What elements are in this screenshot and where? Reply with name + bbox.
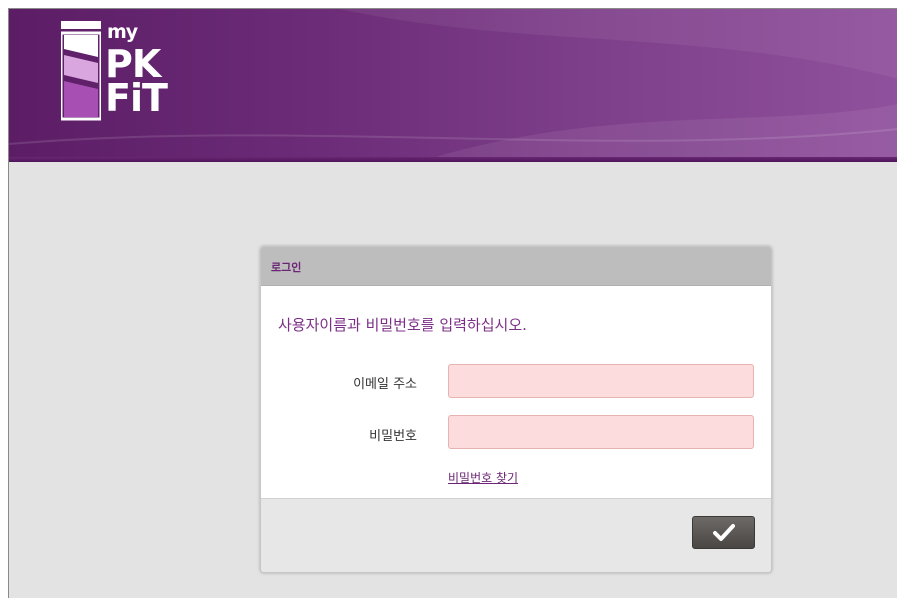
email-field[interactable] [448, 364, 754, 398]
login-dialog: 로그인 사용자이름과 비밀번호를 입력하십시오. 이메일 주소 비밀번호 비밀번… [260, 246, 772, 573]
logo-text-fit: FiT [105, 76, 168, 120]
dialog-titlebar: 로그인 [261, 247, 771, 286]
password-field[interactable] [448, 415, 754, 449]
battery-logo-icon [61, 21, 101, 121]
forgot-password-link[interactable]: 비밀번호 찾기 [448, 469, 518, 486]
header-banner: my PK FiT [9, 9, 897, 159]
dialog-title: 로그인 [271, 261, 302, 274]
mypkfit-logo: my PK FiT [61, 21, 181, 121]
password-label: 비밀번호 [369, 429, 417, 444]
login-instruction: 사용자이름과 비밀번호를 입력하십시오. [278, 316, 527, 334]
app-frame: my PK FiT 로그인 사용자이름과 비밀번호를 입력하십시오. 이메일 주… [8, 8, 897, 598]
email-label: 이메일 주소 [353, 377, 417, 392]
submit-button[interactable] [692, 516, 755, 549]
checkmark-icon [713, 524, 735, 541]
header-divider [9, 157, 897, 162]
logo-text-my: my [107, 21, 138, 43]
dialog-footer [261, 498, 771, 572]
